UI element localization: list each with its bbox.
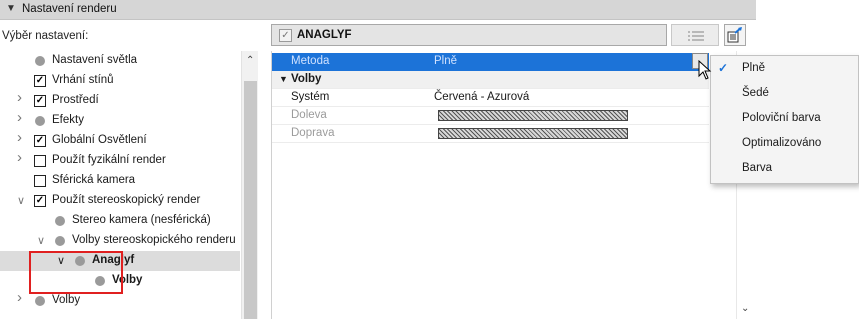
collapse-triangle-icon[interactable]: ▼ [6,3,16,14]
mouse-cursor-icon [698,60,712,80]
tree-checkbox[interactable]: ✓ [34,75,46,87]
disabled-color-swatch [438,128,628,139]
tree-scrollbar[interactable]: ⌃ [241,51,258,319]
preset-check-icon: ✓ [279,29,292,42]
chevron-right-icon[interactable]: › [17,150,27,165]
chevron-right-icon[interactable]: › [17,90,27,105]
menu-option[interactable]: Optimalizováno [711,132,858,156]
method-dropdown-menu: ✓ Plně Šedé Poloviční barva Optimalizováno Ba… [710,55,859,184]
properties-panel: Metoda Plně ▼ Volby Systém Červená - Azu… [271,51,709,319]
tree-item[interactable]: ∨ Volby stereoskopického renderu [0,231,240,251]
tree-item-label: Volby [52,294,81,306]
section-label: Volby [291,73,322,85]
bullet-dot-icon [35,116,45,126]
menu-option-label: Barva [742,162,773,174]
tree-item[interactable]: › Použít fyzikální render [0,150,240,171]
menu-option-label: Poloviční barva [742,112,821,124]
tree-item-label: Prostředí [52,94,99,106]
tree-item[interactable]: Nastavení světla [0,51,240,71]
tree-item[interactable]: Sférická kamera [0,171,240,191]
menu-option[interactable]: Šedé [711,82,858,106]
bullet-dot-icon [35,56,45,66]
menu-option-label: Plně [742,62,766,74]
highlight-box [29,251,123,294]
tree-item-label: Nastavení světla [52,54,138,66]
tree-item-label: Stereo kamera (nesférická) [72,214,211,226]
bullet-dot-icon [35,296,45,306]
prop-key: Metoda [291,55,330,67]
tree-item-label: Globální Osvětlení [52,134,147,146]
tree-checkbox[interactable] [34,155,46,167]
tree-item[interactable]: ∨ ✓ Použít stereoskopický render [0,191,240,211]
chevron-right-icon[interactable]: › [17,110,27,125]
chevron-down-icon[interactable]: ∨ [17,195,27,207]
list-view-button[interactable] [671,24,719,46]
tree-item-label: Použít stereoskopický render [52,194,201,206]
chevron-right-icon[interactable]: › [17,290,27,305]
prop-value: Plně [434,55,458,67]
prop-key: Doprava [291,127,335,139]
prop-key: Systém [291,91,330,103]
prop-row-system[interactable]: Systém Červená - Azurová [272,89,709,107]
scrollbar-thumb[interactable] [244,81,257,319]
menu-option[interactable]: ✓ Plně [711,57,858,81]
tree-item-label: Volby stereoskopického renderu [72,234,236,246]
panel-header[interactable]: ▼ Nastavení renderu [0,0,756,20]
tree-checkbox[interactable]: ✓ [34,135,46,147]
scroll-up-icon[interactable]: ⌃ [246,55,254,66]
preset-label: Výběr nastavení: [2,30,89,42]
prop-row-metoda[interactable]: Metoda Plně [272,53,709,71]
chevron-right-icon[interactable]: › [17,130,27,145]
tree-item-label: Sférická kamera [52,174,136,186]
tree-checkbox[interactable]: ✓ [34,195,46,207]
panel-title: Nastavení renderu [22,3,117,15]
bullet-dot-icon [55,216,65,226]
tree-checkbox[interactable]: ✓ [34,95,46,107]
tree-checkbox[interactable] [34,175,46,187]
prop-section-volby[interactable]: ▼ Volby [272,71,709,89]
section-collapse-icon[interactable]: ▼ [279,74,288,84]
prop-value: Červená - Azurová [434,91,530,103]
disabled-color-swatch [438,110,628,121]
preset-name-field[interactable]: ✓ ANAGLYF [271,24,667,46]
tree-item[interactable]: ✓ Vrhání stínů [0,71,240,91]
tree-item[interactable]: › Volby [0,290,240,311]
prop-key: Doleva [291,109,327,121]
bullet-dot-icon [55,236,65,246]
scroll-down-icon[interactable]: ⌄ [741,303,749,314]
menu-option[interactable]: Barva [711,157,858,181]
menu-option-label: Optimalizováno [742,137,822,149]
chevron-down-icon[interactable]: ∨ [37,235,47,247]
tree-item[interactable]: › Efekty [0,110,240,131]
tree-item-label: Použít fyzikální render [52,154,166,166]
export-icon [727,27,742,43]
tree-item[interactable]: Stereo kamera (nesférická) [0,211,240,231]
menu-option[interactable]: Poloviční barva [711,107,858,131]
list-icon [688,31,704,41]
export-settings-button[interactable] [724,24,746,46]
tree-item-label: Efekty [52,114,84,126]
tree-item-label: Vrhání stínů [52,74,114,86]
prop-row-doleva: Doleva [272,107,709,125]
tree-item[interactable]: › ✓ Globální Osvětlení [0,130,240,151]
preset-name: ANAGLYF [297,29,352,41]
menu-option-label: Šedé [742,87,769,99]
checkmark-icon: ✓ [718,61,729,75]
tree-item[interactable]: › ✓ Prostředí [0,90,240,111]
prop-row-doprava: Doprava [272,125,709,143]
